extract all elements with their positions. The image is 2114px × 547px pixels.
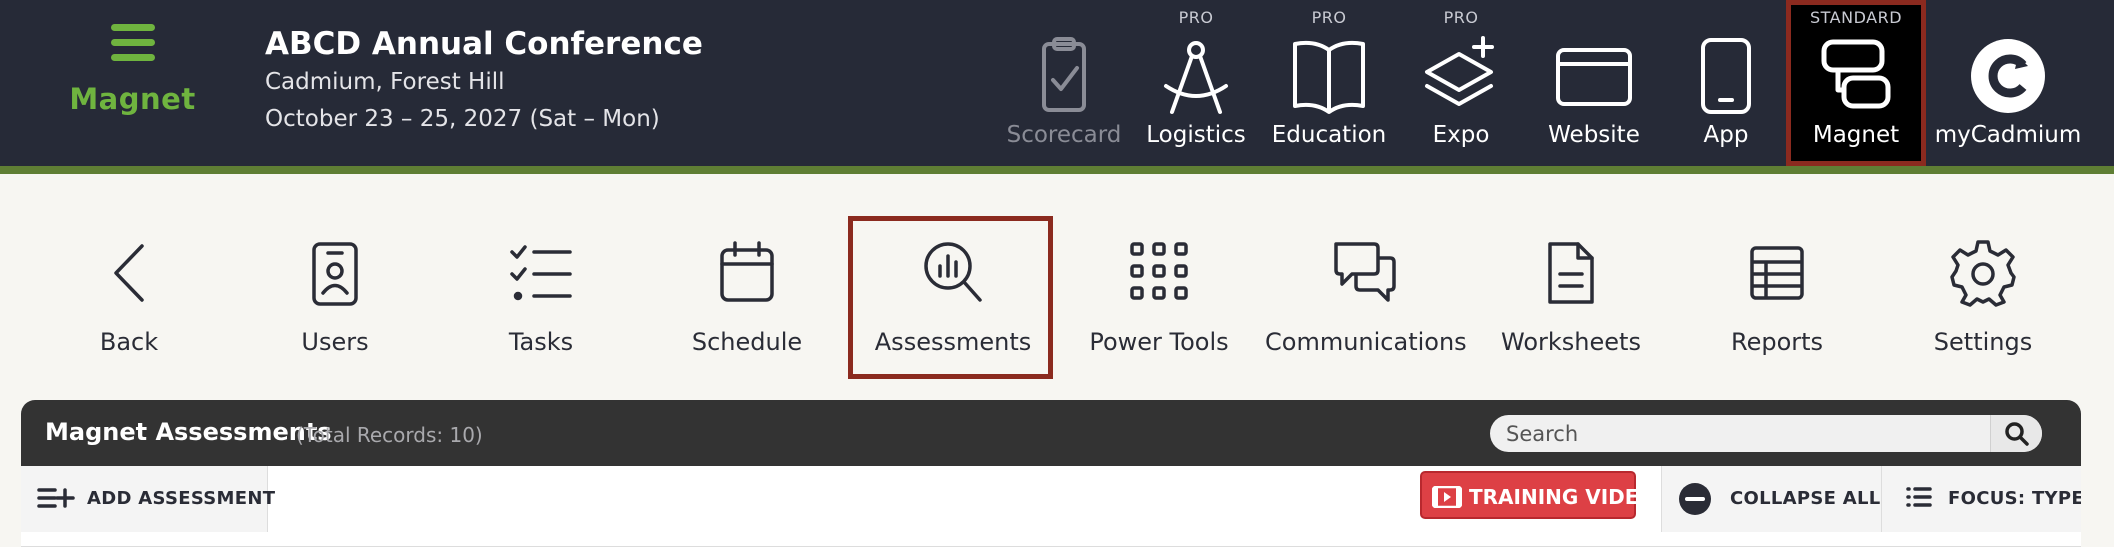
checklist-icon bbox=[510, 245, 572, 301]
event-title: ABCD Annual Conference bbox=[265, 26, 703, 62]
module-schedule[interactable]: Schedule bbox=[647, 238, 847, 368]
app-magnet[interactable]: STANDARD Magnet bbox=[1786, 0, 1926, 166]
module-back[interactable]: Back bbox=[29, 238, 229, 368]
module-settings[interactable]: Settings bbox=[1883, 238, 2083, 368]
clipboard-check-icon bbox=[1042, 37, 1086, 112]
app-tier: PRO bbox=[1178, 8, 1214, 27]
event-location: Cadmium, Forest Hill bbox=[265, 69, 505, 95]
calendar-icon bbox=[720, 241, 774, 302]
event-dates: October 23 – 25, 2027 (Sat – Mon) bbox=[265, 106, 660, 132]
book-icon bbox=[1293, 40, 1365, 114]
app-mycadmium[interactable]: myCadmium bbox=[1934, 0, 2082, 166]
module-label: Communications bbox=[1265, 328, 1467, 356]
app-tier: PRO bbox=[1311, 8, 1347, 27]
search-button[interactable] bbox=[1990, 415, 2042, 452]
minus-circle-icon bbox=[1679, 483, 1711, 515]
magnet-app-icon bbox=[1821, 39, 1891, 109]
app-label: Magnet bbox=[1812, 122, 1900, 148]
module-reports[interactable]: Reports bbox=[1677, 238, 1877, 368]
collapse-all-button[interactable]: COLLAPSE ALL bbox=[1661, 466, 1881, 532]
hamburger-menu-icon[interactable] bbox=[107, 22, 159, 64]
selected-module-highlight bbox=[848, 216, 1053, 379]
layers-plus-icon bbox=[1425, 36, 1494, 106]
app-label: Expo bbox=[1432, 122, 1490, 148]
app-tier: PRO bbox=[1443, 8, 1479, 27]
module-label: Worksheets bbox=[1501, 328, 1641, 356]
app-tier: STANDARD bbox=[1809, 8, 1903, 27]
grid-dots-icon bbox=[1130, 242, 1188, 300]
module-worksheets[interactable]: Worksheets bbox=[1471, 238, 1671, 368]
module-label: Power Tools bbox=[1089, 328, 1229, 356]
header-accent-stripe bbox=[0, 166, 2114, 174]
module-label: Schedule bbox=[691, 328, 803, 356]
training-video-label: TRAINING VIDEO bbox=[1469, 485, 1656, 509]
module-label: Settings bbox=[1933, 328, 2033, 356]
panel-title: Magnet Assessments bbox=[45, 418, 332, 446]
focus-type-label: FOCUS: TYPE bbox=[1948, 488, 2081, 509]
top-header: Magnet ABCD Annual Conference Cadmium, F… bbox=[0, 0, 2114, 166]
assessments-panel: Magnet Assessments (Total Records: 10) A… bbox=[21, 400, 2081, 547]
id-badge-icon bbox=[312, 242, 358, 306]
app-scorecard[interactable]: Scorecard bbox=[1004, 0, 1124, 166]
search-box bbox=[1490, 415, 2042, 452]
module-label: Back bbox=[99, 328, 159, 356]
module-power-tools[interactable]: Power Tools bbox=[1059, 238, 1259, 368]
app-app[interactable]: App bbox=[1666, 0, 1786, 166]
app-logistics[interactable]: PRO Logistics bbox=[1136, 0, 1256, 166]
cadmium-logo-icon bbox=[1971, 39, 2045, 113]
app-label: Education bbox=[1271, 122, 1387, 148]
app-label: Scorecard bbox=[1006, 122, 1122, 148]
app-label: Logistics bbox=[1146, 122, 1246, 148]
panel-header: Magnet Assessments (Total Records: 10) bbox=[21, 400, 2081, 466]
training-video-button[interactable]: TRAINING VIDEO bbox=[1420, 471, 1655, 519]
app-label: App bbox=[1703, 122, 1749, 148]
module-label: Reports bbox=[1730, 328, 1824, 356]
panel-toolbar: ADD ASSESSMENT TRAINING VIDEO COLLAPSE A… bbox=[21, 466, 2081, 547]
module-communications[interactable]: Communications bbox=[1265, 238, 1467, 368]
app-education[interactable]: PRO Education bbox=[1269, 0, 1389, 166]
module-label: Users bbox=[301, 328, 369, 356]
app-label: Website bbox=[1548, 122, 1640, 148]
total-records-count: (Total Records: 10) bbox=[296, 423, 483, 447]
focus-type-button[interactable]: FOCUS: TYPE bbox=[1881, 466, 2081, 532]
gear-icon bbox=[1950, 240, 2016, 307]
list-add-icon bbox=[37, 488, 75, 508]
search-input[interactable] bbox=[1490, 415, 2005, 452]
video-icon bbox=[1432, 486, 1462, 508]
table-icon bbox=[1750, 246, 1804, 300]
brand-name: Magnet bbox=[69, 82, 196, 116]
browser-window-icon bbox=[1556, 48, 1632, 106]
search-icon bbox=[2005, 422, 2029, 446]
chevron-left-icon bbox=[114, 244, 144, 302]
add-assessment-label: ADD ASSESSMENT bbox=[87, 488, 276, 509]
brand-menu[interactable]: Magnet bbox=[60, 22, 205, 116]
module-tasks[interactable]: Tasks bbox=[441, 238, 641, 368]
module-users[interactable]: Users bbox=[235, 238, 435, 368]
collapse-all-label: COLLAPSE ALL bbox=[1730, 488, 1881, 509]
compass-icon bbox=[1164, 41, 1228, 114]
app-website[interactable]: Website bbox=[1534, 0, 1654, 166]
list-icon bbox=[1906, 487, 1932, 507]
add-assessment-button[interactable]: ADD ASSESSMENT bbox=[21, 466, 275, 532]
event-info: ABCD Annual Conference Cadmium, Forest H… bbox=[265, 24, 703, 138]
chat-bubbles-icon bbox=[1334, 242, 1396, 302]
document-icon bbox=[1548, 242, 1594, 304]
module-label: Tasks bbox=[508, 328, 574, 356]
phone-icon bbox=[1701, 38, 1751, 114]
app-label: myCadmium bbox=[1934, 122, 2082, 148]
app-expo[interactable]: PRO Expo bbox=[1401, 0, 1521, 166]
